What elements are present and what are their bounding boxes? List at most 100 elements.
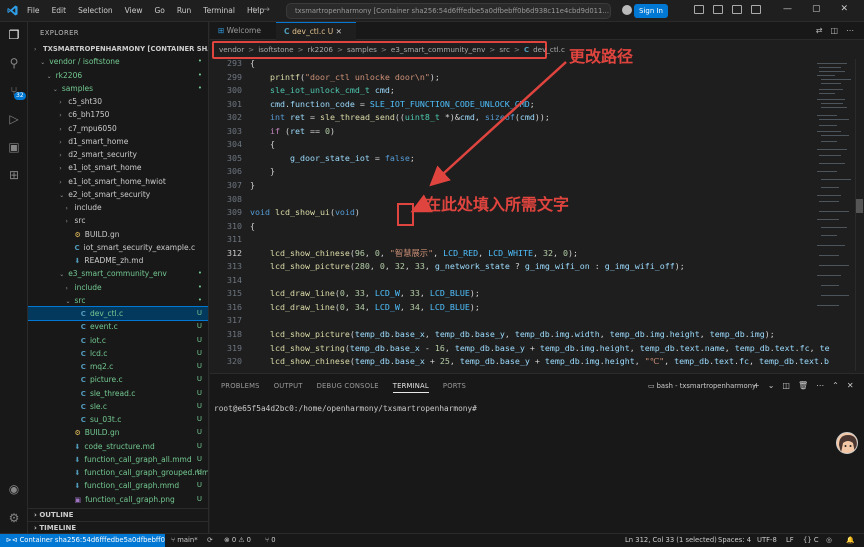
assistant-avatar[interactable] xyxy=(836,432,858,454)
code-line[interactable]: 303 if (ret == 0) xyxy=(210,125,850,139)
folder-item[interactable]: › src xyxy=(28,214,208,227)
close-icon[interactable]: ✕ xyxy=(847,381,854,390)
file-item[interactable]: Cdev_ctl.c U xyxy=(28,305,208,322)
remote-indicator[interactable]: ⊳⊲ Container sha256:54d6fffedbe5a0dfbebf… xyxy=(0,534,165,547)
file-item[interactable]: Csu_03t.c U xyxy=(28,413,208,426)
code-line[interactable]: 316 lcd_draw_line(0, 34, LCD_W, 34, LCD_… xyxy=(210,301,850,315)
maximize-panel-icon[interactable]: ⌃ xyxy=(832,381,839,390)
menu-file[interactable]: File xyxy=(27,6,40,15)
close-icon[interactable]: ✕ xyxy=(841,4,849,14)
file-item[interactable]: ⬇ README_zh.md xyxy=(28,254,208,267)
file-item[interactable]: Cevent.c U xyxy=(28,320,208,333)
code-editor[interactable]: 293 {299 printf("door_ctl unlocke door\n"… xyxy=(210,59,854,371)
remote-explorer-icon[interactable]: ▣ xyxy=(7,140,21,154)
code-line[interactable]: 306 } xyxy=(210,165,850,179)
breadcrumb-item[interactable]: vendor xyxy=(219,45,244,54)
tab-welcome[interactable]: ⊞ Welcome xyxy=(210,22,276,40)
folder-item[interactable]: › e1_iot_smart_home xyxy=(28,161,208,174)
end-of-line[interactable]: LF xyxy=(786,534,794,547)
file-item[interactable]: ⬇ code_structure.md U xyxy=(28,440,208,453)
tab-output[interactable]: OUTPUT xyxy=(274,382,303,393)
code-line[interactable]: 300 sle_iot_unlock_cmd_t cmd; xyxy=(210,84,850,98)
file-item[interactable]: ⚙ BUILD.gn xyxy=(28,228,208,241)
ports-indicator[interactable]: ⑂ 0 xyxy=(265,534,276,547)
folder-item[interactable]: › d1_smart_home xyxy=(28,135,208,148)
folder-item[interactable]: ⌄ samples • xyxy=(28,82,208,95)
terminal-prompt[interactable]: root@e65f5a4d2bc0:/home/openharmony/txsm… xyxy=(214,404,477,413)
search-icon[interactable]: ⚲ xyxy=(7,56,21,70)
folder-item[interactable]: ⌄ rk2206 • xyxy=(28,69,208,82)
minimap[interactable] xyxy=(813,59,854,371)
code-line[interactable]: 304 { xyxy=(210,138,850,152)
code-line[interactable]: 301 cmd.function_code = SLE_IOT_FUNCTION… xyxy=(210,98,850,112)
file-item[interactable]: Ciot_smart_security_example.c xyxy=(28,241,208,254)
menu-selection[interactable]: Selection xyxy=(78,6,113,15)
tab-debug-console[interactable]: DEBUG CONSOLE xyxy=(317,382,379,393)
folder-item[interactable]: › e1_iot_smart_home_hwiot xyxy=(28,175,208,188)
customize-layout-icon[interactable] xyxy=(751,5,761,14)
maximize-icon[interactable]: ▢ xyxy=(812,4,821,14)
bell-icon[interactable]: 🔔 xyxy=(846,534,854,547)
breadcrumb-item[interactable]: e3_smart_community_env xyxy=(391,45,485,54)
account-icon[interactable] xyxy=(622,5,632,15)
code-line[interactable]: 312 lcd_show_chinese(96, 0, "智慧展示", LCD_… xyxy=(210,247,850,261)
gear-icon[interactable]: ⚙ xyxy=(7,511,21,525)
folder-item[interactable]: › c5_sht30 xyxy=(28,95,208,108)
cursor-position[interactable]: Ln 312, Col 33 (1 selected) xyxy=(625,534,717,547)
code-line[interactable]: 317 xyxy=(210,314,850,328)
code-line[interactable]: 318 lcd_show_picture(temp_db.base_x, tem… xyxy=(210,328,850,342)
nav-arrows[interactable]: ← → xyxy=(252,5,270,15)
code-line[interactable]: 305 g_door_state_iot = false; xyxy=(210,152,850,166)
folder-item[interactable]: › TXSMARTROPENHARMONY [CONTAINER SHA256:5… xyxy=(28,42,208,55)
file-item[interactable]: Csle.c U xyxy=(28,400,208,413)
new-terminal-icon[interactable]: + xyxy=(753,381,760,390)
code-line[interactable]: 320 lcd_show_chinese(temp_db.base_x + 25… xyxy=(210,355,850,369)
folder-item[interactable]: ⌄ e2_iot_smart_security xyxy=(28,188,208,201)
more-actions-icon[interactable]: ⋯ xyxy=(846,26,854,35)
tab-problems[interactable]: PROBLEMS xyxy=(221,382,260,393)
code-line[interactable]: 302 int ret = sle_thread_send((uint8_t *… xyxy=(210,111,850,125)
folder-item[interactable]: › c7_mpu6050 xyxy=(28,122,208,135)
code-line[interactable]: 315 lcd_draw_line(0, 33, LCD_W, 33, LCD_… xyxy=(210,287,850,301)
tab-ports[interactable]: PORTS xyxy=(443,382,466,393)
outline-section[interactable]: › OUTLINE xyxy=(28,508,208,521)
file-item[interactable]: ▣ function_call_graph.png U xyxy=(28,493,208,506)
file-item[interactable]: Clcd.c U xyxy=(28,347,208,360)
folder-item[interactable]: ⌄ src • xyxy=(28,294,208,307)
command-center[interactable]: txsmartropenharmony [Container sha256:54… xyxy=(286,3,611,19)
account-icon[interactable]: ◉ xyxy=(7,482,21,496)
code-line[interactable]: 299 printf("door_ctl unlocke door\n"); xyxy=(210,71,850,85)
file-item[interactable]: Cpicture.c U xyxy=(28,373,208,386)
tab-dev-ctl[interactable]: C dev_ctl.c U ✕ xyxy=(276,22,356,40)
folder-item[interactable]: › d2_smart_security xyxy=(28,148,208,161)
code-line[interactable]: 311 xyxy=(210,233,850,247)
file-item[interactable]: Csle_thread.c U xyxy=(28,387,208,400)
chevron-down-icon[interactable]: ⌄ xyxy=(768,381,775,390)
folder-item[interactable]: ⌄ e3_smart_community_env • xyxy=(28,267,208,280)
editor-scrollbar[interactable] xyxy=(855,59,864,371)
sync-icon[interactable]: ⟳ xyxy=(207,534,213,547)
more-actions-icon[interactable]: ⋯ xyxy=(816,381,824,390)
file-item[interactable]: ⬇ function_call_graph.mmd U xyxy=(28,479,208,492)
code-line[interactable]: 314 xyxy=(210,274,850,288)
menu-view[interactable]: View xyxy=(125,6,143,15)
folder-item[interactable]: ⌄ vendor / isoftstone • xyxy=(28,55,208,68)
terminal-name[interactable]: ▭ bash - txsmartropenharmony xyxy=(648,382,756,390)
code-line[interactable]: 310 { xyxy=(210,220,850,234)
breadcrumb-item[interactable]: isoftstone xyxy=(258,45,293,54)
problems-indicator[interactable]: ⊗ 0 ⚠ 0 xyxy=(224,534,251,547)
menu-go[interactable]: Go xyxy=(154,6,164,15)
compare-icon[interactable]: ⇄ xyxy=(816,26,823,35)
menu-run[interactable]: Run xyxy=(177,6,191,15)
minimize-icon[interactable]: — xyxy=(783,4,792,14)
indentation[interactable]: Spaces: 4 xyxy=(718,534,751,547)
code-line[interactable]: 321 xyxy=(210,369,850,371)
source-control-icon[interactable]: ⑂ 32 xyxy=(7,84,26,100)
file-item[interactable]: Ciot.c U xyxy=(28,334,208,347)
toggle-sidebar-icon[interactable] xyxy=(694,5,704,14)
breadcrumb-item[interactable]: src xyxy=(499,45,510,54)
sign-in-button[interactable]: Sign In xyxy=(634,4,668,18)
run-debug-icon[interactable]: ▷ xyxy=(7,112,21,126)
folder-item[interactable]: › c6_bh1750 xyxy=(28,108,208,121)
file-item[interactable]: ⬇ function_call_graph_grouped.mmd U xyxy=(28,466,209,479)
